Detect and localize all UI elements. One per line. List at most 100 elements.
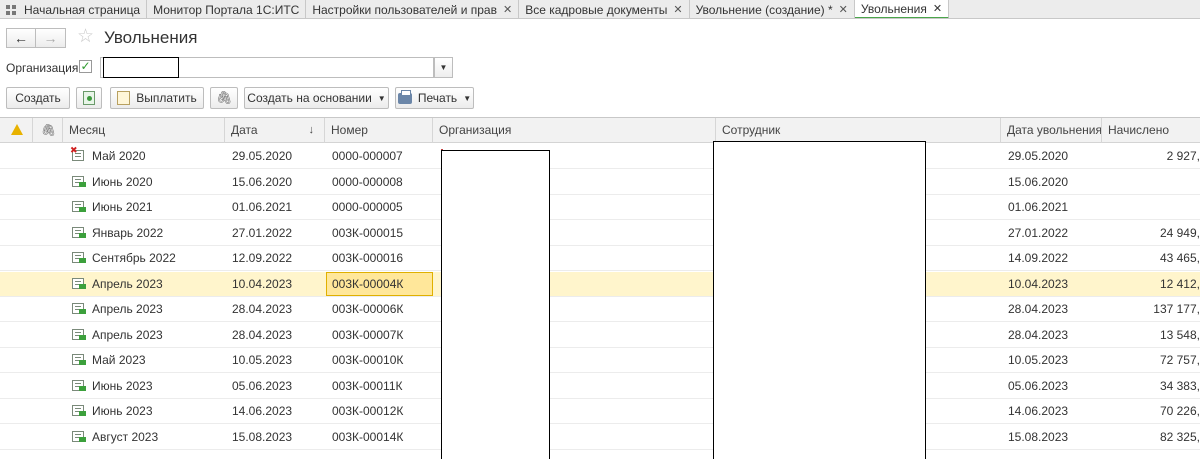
tab-1[interactable]: Монитор Портала 1С:ИТС xyxy=(147,0,307,18)
column-date[interactable]: Дата ↓ xyxy=(225,118,325,143)
forward-button[interactable]: → xyxy=(36,28,66,48)
cell-accrued: 13 548, xyxy=(1159,327,1200,342)
tab-label: Начальная страница xyxy=(24,2,141,17)
cell-accrued: 137 177, xyxy=(1153,302,1200,316)
cell-dismissal-date: 14.09.2022 xyxy=(1008,251,1069,265)
create-button-label: Создать xyxy=(15,91,61,105)
table-row[interactable]: Июнь 2023 05.06.2023 003К-00011К 05.06.2023… xyxy=(0,374,1200,399)
column-number[interactable]: Номер xyxy=(325,118,433,143)
cell-number: 0000-000008 xyxy=(332,174,403,189)
cell-dismissal-date: 15.06.2020 xyxy=(1008,174,1069,189)
cell-month: Сентябрь 2022 xyxy=(92,251,176,265)
tab-2[interactable]: Настройки пользователей и прав ✕ xyxy=(306,0,520,18)
organization-checkbox[interactable]: ✓ xyxy=(79,60,92,73)
redacted-organization-value xyxy=(103,57,179,78)
column-warning[interactable] xyxy=(0,118,33,143)
table-row[interactable]: ✖ Май 2020 29.05.2020 0000-000007 29.05.2020… xyxy=(0,144,1200,169)
document-posted-icon xyxy=(72,405,86,417)
cell-date: 15.08.2023 xyxy=(232,429,293,444)
document-deleted-icon: ✖ xyxy=(70,146,86,162)
tab-label: Все кадровые документы xyxy=(525,2,668,17)
table-row[interactable]: Июнь 2023 14.06.2023 003К-00012К 14.06.2023… xyxy=(0,399,1200,424)
table-row[interactable]: Июнь 2020 15.06.2020 0000-000008 15.06.2020 xyxy=(0,170,1200,195)
create-button[interactable]: Создать xyxy=(6,87,70,109)
cell-dismissal-date: 01.06.2021 xyxy=(1008,200,1069,214)
favorite-star-icon[interactable]: ☆ xyxy=(77,27,94,47)
document-posted-icon xyxy=(72,277,86,290)
table-row[interactable]: Август 2023 15.08.2023 003К-00014К 15.08.20… xyxy=(0,425,1200,450)
tab-label: Настройки пользователей и прав xyxy=(312,2,497,17)
sort-descending-icon: ↓ xyxy=(308,124,315,136)
cell-number: 003К-00004К xyxy=(326,271,433,296)
pay-button-label: Выплатить xyxy=(136,91,197,105)
column-dismissal-date[interactable]: Дата увольнения xyxy=(1001,118,1102,143)
column-organization[interactable]: Организация xyxy=(433,118,716,143)
organization-input[interactable] xyxy=(100,57,434,78)
cell-accrued: 82 325, xyxy=(1159,429,1200,444)
redacted-organization-column xyxy=(441,150,550,459)
warning-icon xyxy=(11,124,23,136)
printer-icon xyxy=(397,89,412,104)
table-row[interactable]: Январь 2022 27.01.2022 003К-000015 27.01.20… xyxy=(0,221,1200,246)
cell-dismissal-date: 28.04.2023 xyxy=(1008,302,1069,316)
cell-accrued: 43 465, xyxy=(1159,251,1200,265)
cell-month: Январь 2022 xyxy=(92,225,164,240)
document-posted-icon xyxy=(72,430,86,443)
tab-3[interactable]: Все кадровые документы ✕ xyxy=(519,0,690,18)
table-row[interactable]: Апрель 2023 10.04.2023 003К-00004К 10.04.20… xyxy=(0,271,1200,297)
tab-5[interactable]: Увольнения ✕ xyxy=(854,0,950,18)
cell-date: 27.01.2022 xyxy=(232,225,293,240)
cell-accrued: 70 226, xyxy=(1159,404,1200,418)
navigation-buttons: ← → xyxy=(6,28,66,48)
document-posted-icon xyxy=(72,328,86,341)
create-based-on-button[interactable]: Создать на основании ▼ xyxy=(244,87,389,109)
cell-date: 12.09.2022 xyxy=(232,251,293,265)
cell-number: 003К-000016 xyxy=(332,251,404,265)
chevron-down-icon: ▼ xyxy=(439,63,448,72)
organization-dropdown-button[interactable]: ▼ xyxy=(434,57,453,78)
cell-month: Август 2023 xyxy=(92,429,159,444)
cell-date: 15.06.2020 xyxy=(232,174,293,189)
print-button[interactable]: Печать ▼ xyxy=(395,87,474,109)
cell-number: 003К-00007К xyxy=(332,327,404,342)
close-icon[interactable]: ✕ xyxy=(503,3,512,16)
table-row[interactable]: Июнь 2021 01.06.2021 0000-000005 01.06.2021 xyxy=(0,195,1200,220)
tab-label: Монитор Портала 1С:ИТС xyxy=(153,2,300,17)
close-icon[interactable]: ✕ xyxy=(673,3,682,16)
cell-month: Апрель 2023 xyxy=(92,302,163,316)
cell-month: Апрель 2023 xyxy=(92,327,163,342)
document-posted-icon xyxy=(72,201,86,213)
cell-dismissal-date: 15.08.2023 xyxy=(1008,429,1069,444)
cell-accrued xyxy=(1104,170,1200,194)
cell-dismissal-date: 28.04.2023 xyxy=(1008,327,1069,342)
table-row[interactable]: Сентябрь 2022 12.09.2022 003К-000016 14.09.… xyxy=(0,246,1200,271)
cell-month: Июнь 2020 xyxy=(92,174,153,189)
close-icon[interactable]: ✕ xyxy=(933,2,942,15)
table-row[interactable]: Май 2023 10.05.2023 003К-00010К 10.05.2023 7… xyxy=(0,348,1200,373)
column-dismissal-date-label: Дата увольнения xyxy=(1007,123,1102,137)
pay-button[interactable]: Выплатить xyxy=(110,87,204,109)
dismissals-table: 🖇 Месяц Дата ↓ Номер Организация Сотрудни… xyxy=(0,117,1200,459)
cell-dismissal-date: 29.05.2020 xyxy=(1008,149,1069,163)
document-posted-icon xyxy=(72,252,86,264)
paperclip-icon: 🖇 xyxy=(215,90,233,105)
cell-accrued: 34 383, xyxy=(1159,378,1200,393)
page-title: Увольнения xyxy=(104,28,198,47)
column-employee[interactable]: Сотрудник xyxy=(716,118,1001,143)
cell-number: 003К-00012К xyxy=(332,404,404,418)
tab-4[interactable]: Увольнение (создание) * ✕ xyxy=(690,0,855,18)
cell-number: 003К-000015 xyxy=(332,225,404,240)
column-month[interactable]: Месяц xyxy=(63,118,225,143)
create-copy-button[interactable] xyxy=(76,87,102,109)
cell-date: 14.06.2023 xyxy=(232,404,293,418)
tab-0[interactable]: Начальная страница xyxy=(0,0,148,18)
column-attachment[interactable]: 🖇 xyxy=(33,118,63,143)
close-icon[interactable]: ✕ xyxy=(839,3,848,16)
back-button[interactable]: ← xyxy=(6,28,36,48)
cell-accrued: 72 757, xyxy=(1159,353,1200,367)
chevron-down-icon: ▼ xyxy=(377,93,386,103)
attachment-button[interactable]: 🖇 xyxy=(210,87,238,109)
column-accrued[interactable]: Начислено xyxy=(1102,118,1200,143)
table-row[interactable]: Апрель 2023 28.04.2023 003К-00006К 28.04.20… xyxy=(0,297,1200,322)
table-row[interactable]: Апрель 2023 28.04.2023 003К-00007К 28.04.20… xyxy=(0,323,1200,348)
